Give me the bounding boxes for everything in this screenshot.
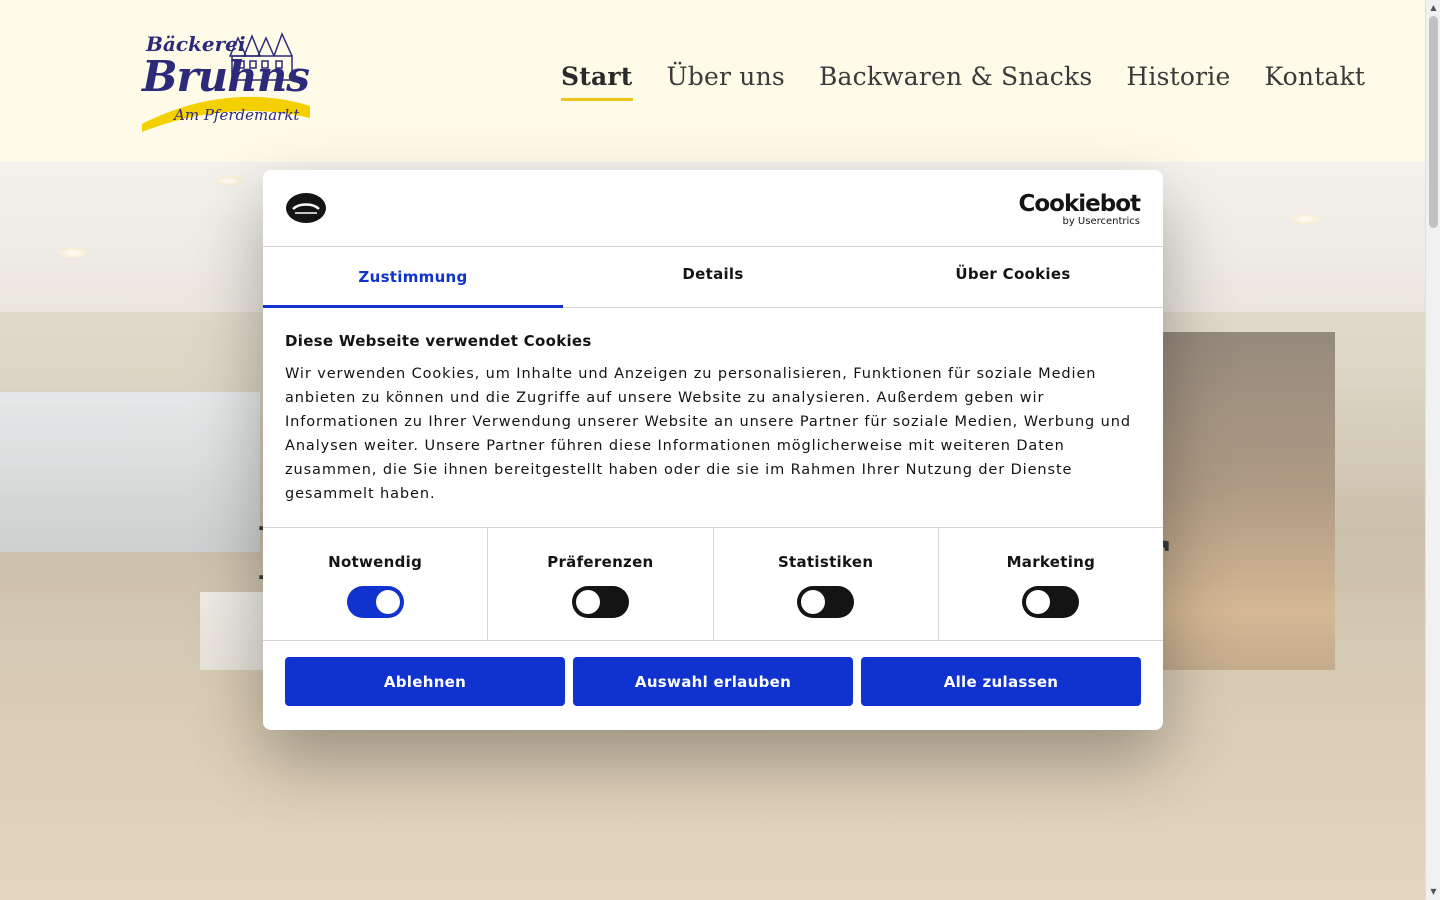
nav-item-historie[interactable]: Historie <box>1126 62 1230 101</box>
cookiebot-byline: by Usercentrics <box>1062 216 1140 227</box>
toggle-statistics-group: Statistiken <box>714 528 939 640</box>
site-header: Bäckerei Bruhns Am Pferdemarkt Start Übe… <box>0 0 1425 162</box>
nav-item-start[interactable]: Start <box>561 62 633 101</box>
main-nav: Start Über uns Backwaren & Snacks Histor… <box>561 62 1365 101</box>
toggle-knob <box>1026 590 1051 614</box>
logo-text-main: Bruhns <box>142 52 310 101</box>
nav-item-kontakt[interactable]: Kontakt <box>1264 62 1365 101</box>
toggle-label-marketing: Marketing <box>1006 553 1096 571</box>
toggle-label-preferences: Präferenzen <box>547 553 654 571</box>
decline-button[interactable]: Ablehnen <box>285 657 565 706</box>
cookie-consent-dialog: Cookiebot by Usercentrics Zustimmung Det… <box>263 170 1163 730</box>
toggle-necessary-group: Notwendig <box>263 528 489 640</box>
dialog-body: Diese Webseite verwendet Cookies Wir ver… <box>263 308 1163 528</box>
scroll-up-arrow-icon[interactable]: ▲ <box>1429 3 1438 13</box>
cookiebot-name: Cookiebot <box>1018 191 1141 217</box>
toggle-knob <box>801 590 826 614</box>
tab-ueber-cookies[interactable]: Über Cookies <box>863 247 1163 307</box>
dialog-heading: Diese Webseite verwendet Cookies <box>285 332 592 350</box>
toggle-preferences-group: Präferenzen <box>488 528 714 640</box>
dialog-description: Wir verwenden Cookies, um Inhalte und An… <box>285 366 1131 502</box>
tab-details[interactable]: Details <box>563 247 863 307</box>
scroll-down-arrow-icon[interactable]: ▼ <box>1429 887 1438 897</box>
toggle-marketing-group: Marketing <box>939 528 1163 640</box>
scroll-thumb[interactable] <box>1429 16 1438 228</box>
nav-item-ueber-uns[interactable]: Über uns <box>667 62 785 101</box>
nav-item-backwaren[interactable]: Backwaren & Snacks <box>819 62 1092 101</box>
toggle-knob <box>375 590 400 614</box>
logo-text-sub: Am Pferdemarkt <box>174 106 300 124</box>
site-logo-icon <box>286 193 326 223</box>
toggle-statistics[interactable] <box>797 586 855 618</box>
allow-all-button[interactable]: Alle zulassen <box>861 657 1141 706</box>
toggle-label-statistics: Statistiken <box>777 553 874 571</box>
toggle-label-necessary: Notwendig <box>328 553 423 571</box>
page-scrollbar[interactable]: ▲ ▼ <box>1425 0 1440 900</box>
allow-selection-button[interactable]: Auswahl erlauben <box>573 657 853 706</box>
consent-toggles: Notwendig Präferenzen Statistiken Market… <box>263 528 1163 641</box>
dialog-tabs: Zustimmung Details Über Cookies <box>263 247 1163 308</box>
dialog-buttons: Ablehnen Auswahl erlauben Alle zulassen <box>263 641 1163 722</box>
tab-zustimmung[interactable]: Zustimmung <box>263 247 563 308</box>
dialog-header: Cookiebot by Usercentrics <box>263 170 1163 247</box>
toggle-necessary[interactable] <box>346 586 404 618</box>
toggle-knob <box>575 590 600 614</box>
toggle-preferences[interactable] <box>571 586 629 618</box>
toggle-marketing[interactable] <box>1022 586 1080 618</box>
cookiebot-logo[interactable]: Cookiebot by Usercentrics <box>1018 191 1141 227</box>
